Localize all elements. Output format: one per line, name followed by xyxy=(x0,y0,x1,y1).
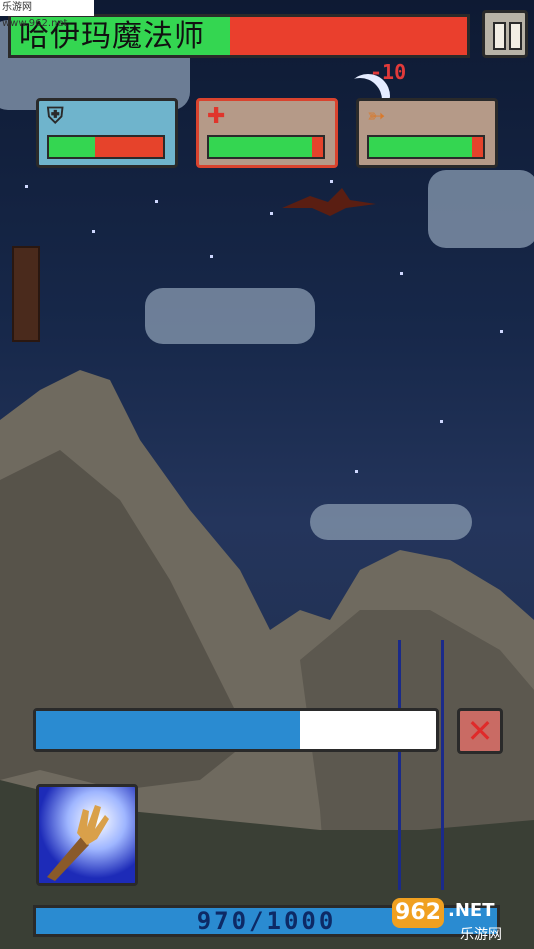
helmet-icon: ⛨ xyxy=(47,104,64,129)
magic-hand-icon xyxy=(39,787,135,883)
health-stat-fill xyxy=(209,137,312,157)
star xyxy=(155,200,158,203)
cloud xyxy=(428,170,534,248)
watermark-logo-main: 962 xyxy=(392,898,444,928)
health-stat-card[interactable]: ✚ xyxy=(196,98,338,168)
watermark-logo-sub: 乐游网 xyxy=(460,927,502,943)
dragon-silhouette xyxy=(282,188,376,216)
attack-stat-fill xyxy=(369,137,472,157)
attack-stat-card[interactable]: ➳ xyxy=(356,98,498,168)
star xyxy=(25,185,28,188)
boss-health-bar: 哈伊玛魔法师 xyxy=(8,14,470,58)
enemy-totem xyxy=(12,246,40,342)
watermark-logo: 962 .NET 乐游网 xyxy=(392,898,528,944)
pause-button[interactable] xyxy=(482,10,528,58)
health-stat-bar xyxy=(207,135,325,159)
bow-icon: ➳ xyxy=(367,104,386,129)
star xyxy=(270,212,273,215)
cast-charge-bar xyxy=(33,708,439,752)
armor-stat-fill xyxy=(49,137,95,157)
health-cross-icon: ✚ xyxy=(207,104,226,129)
attack-stat-bar xyxy=(367,135,485,159)
star xyxy=(210,255,213,258)
close-icon: ✕ xyxy=(466,712,494,750)
cloud xyxy=(145,288,315,344)
cast-charge-fill xyxy=(36,711,300,749)
star xyxy=(500,330,503,333)
watermark-logo-suffix: .NET xyxy=(448,900,495,921)
watermark-top: 乐游网 www.962.net xyxy=(0,0,94,29)
pause-icon xyxy=(493,22,506,50)
armor-stat-card[interactable]: ⛨ xyxy=(36,98,178,168)
cancel-cast-button[interactable]: ✕ xyxy=(457,708,503,754)
spell-skill-button[interactable] xyxy=(36,784,138,886)
pause-icon xyxy=(509,22,522,50)
star xyxy=(92,230,95,233)
star xyxy=(400,272,403,275)
damage-popup: -10 xyxy=(370,60,407,84)
armor-stat-bar xyxy=(47,135,165,159)
tree-silhouette xyxy=(398,640,444,890)
